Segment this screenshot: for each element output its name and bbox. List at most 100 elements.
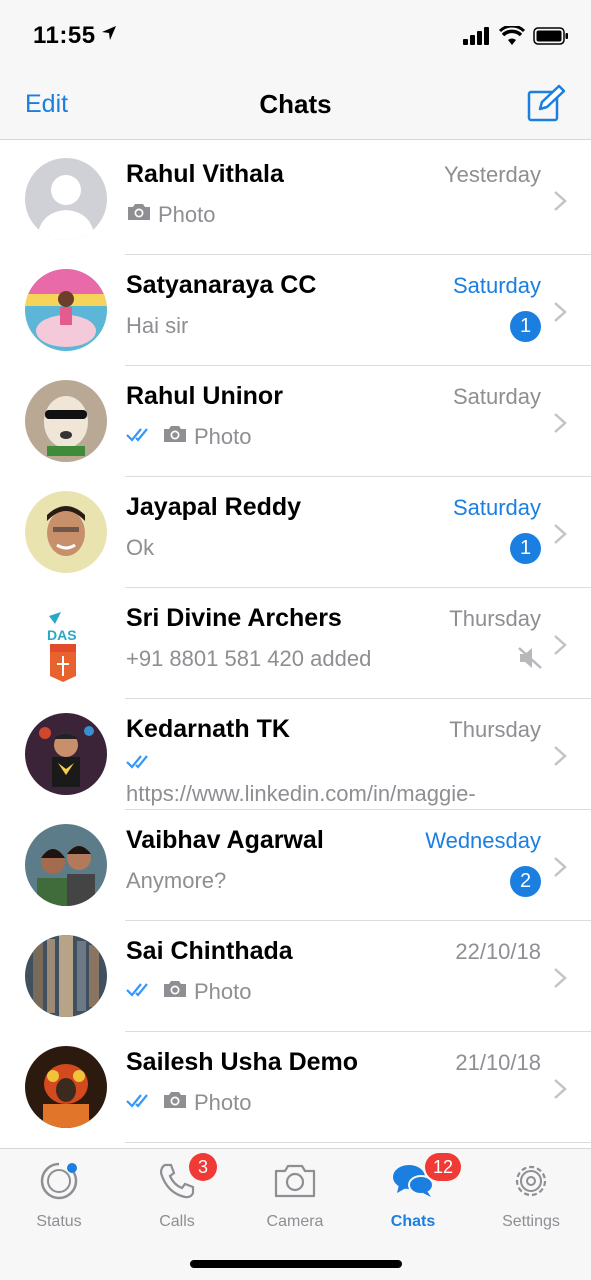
unread-badge: 2 — [510, 866, 541, 897]
tab-label: Settings — [502, 1213, 560, 1230]
chat-name: Sai Chinthada — [126, 937, 293, 965]
avatar — [25, 935, 107, 1017]
location-arrow-icon — [100, 24, 118, 47]
chat-preview: https://www.linkedin.com/in/maggie-byrd-… — [126, 749, 486, 807]
avatar — [25, 713, 107, 795]
avatar: DAS — [25, 602, 107, 684]
chat-timestamp: Saturday — [452, 384, 541, 409]
chat-name: Jayapal Reddy — [126, 493, 302, 521]
chat-preview: Ok — [126, 535, 154, 561]
status-bar: 11:55 — [0, 0, 591, 70]
chat-row[interactable]: Satyanaraya CC Saturday Hai sir 1 — [0, 255, 591, 366]
camera-icon — [126, 202, 152, 228]
chat-timestamp: Saturday — [452, 495, 541, 520]
tab-status[interactable]: Status — [0, 1159, 118, 1231]
chat-preview: Anymore? — [126, 868, 226, 894]
chat-preview: Photo — [126, 979, 252, 1005]
camera-icon — [162, 979, 188, 1005]
chevron-right-icon — [553, 523, 567, 550]
navigation-bar: Edit Chats — [0, 70, 591, 140]
chat-timestamp: Thursday — [449, 717, 541, 742]
muted-icon — [517, 646, 543, 675]
avatar — [25, 380, 107, 462]
tab-calls[interactable]: 3 Calls — [118, 1153, 236, 1231]
tab-label: Chats — [390, 1213, 436, 1230]
chat-timestamp: Wednesday — [425, 828, 541, 853]
chat-list[interactable]: Rahul Vithala Yesterday Photo Satyanaraya C… — [0, 144, 591, 1148]
tab-chats[interactable]: 12 Chats — [354, 1153, 472, 1231]
chat-name: Rahul Uninor — [126, 382, 283, 410]
avatar — [25, 158, 107, 240]
chat-timestamp: 22/10/18 — [455, 939, 541, 964]
double-check-icon — [126, 424, 156, 450]
page-title: Chats — [259, 89, 332, 119]
chat-preview: +91 8801 581 420 added — [126, 646, 371, 672]
chat-row[interactable]: Rahul Vithala Yesterday Photo — [0, 144, 591, 255]
gear-icon — [509, 1159, 553, 1203]
chevron-right-icon — [553, 1078, 567, 1105]
tab-settings[interactable]: Settings — [472, 1159, 590, 1231]
phone-icon: 3 — [155, 1153, 217, 1203]
chat-name: Rahul Vithala — [126, 160, 284, 188]
chevron-right-icon — [553, 412, 567, 439]
avatar — [25, 491, 107, 573]
row-divider — [125, 1142, 591, 1143]
chat-name: Sailesh Usha Demo — [126, 1048, 359, 1076]
chat-preview-text: Ok — [126, 535, 155, 560]
chevron-right-icon — [553, 745, 567, 772]
home-indicator — [190, 1260, 402, 1268]
camera-icon — [162, 424, 188, 450]
chat-row[interactable]: Vaibhav Agarwal Wednesday Anymore? 2 — [0, 810, 591, 921]
chat-preview: Photo — [126, 424, 252, 450]
svg-text:DAS: DAS — [47, 627, 77, 643]
chat-preview-text: Photo — [194, 979, 252, 1004]
chevron-right-icon — [553, 634, 567, 661]
chat-preview-text: +91 8801 581 420 added — [126, 646, 372, 671]
chat-name: Kedarnath TK — [126, 715, 290, 743]
chat-timestamp: 21/10/18 — [455, 1050, 541, 1075]
avatar — [25, 1046, 107, 1128]
chat-timestamp: Thursday — [449, 606, 541, 631]
tab-label: Camera — [266, 1213, 324, 1230]
chat-timestamp: Saturday — [452, 273, 541, 298]
tab-badge: 12 — [425, 1153, 462, 1181]
chat-row[interactable]: Kedarnath TK Thursday https://www.linkedin… — [0, 699, 591, 810]
tab-label: Calls — [159, 1213, 195, 1230]
camera-icon — [162, 1090, 188, 1116]
chat-row[interactable]: Jayapal Reddy Saturday Ok 1 — [0, 477, 591, 588]
camera-icon — [273, 1159, 317, 1203]
double-check-icon — [126, 979, 156, 1005]
chat-bubbles-icon: 12 — [391, 1153, 462, 1203]
wifi-icon — [498, 24, 526, 51]
chevron-right-icon — [553, 190, 567, 217]
chat-name: Sri Divine Archers — [126, 604, 342, 632]
chat-preview-text: Photo — [194, 424, 252, 449]
chat-preview: Photo — [126, 202, 216, 228]
unread-badge: 1 — [510, 533, 541, 564]
tab-camera[interactable]: Camera — [236, 1159, 354, 1231]
tab-label: Status — [36, 1213, 82, 1230]
chat-name: Vaibhav Agarwal — [126, 826, 324, 854]
avatar — [25, 824, 107, 906]
compose-icon[interactable] — [527, 84, 566, 122]
battery-icon — [533, 27, 569, 50]
chat-name: Satyanaraya CC — [126, 271, 317, 299]
chat-row[interactable]: DAS Sri Divine Archers Thursday +91 8801 58… — [0, 588, 591, 699]
chevron-right-icon — [553, 856, 567, 883]
chat-preview-text: https://www.linkedin.com/in/maggie-byrd-… — [126, 781, 476, 806]
chat-preview: Hai sir — [126, 313, 188, 339]
status-icon — [37, 1159, 81, 1203]
chat-preview: Photo — [126, 1090, 252, 1116]
chat-preview-text: Photo — [194, 1090, 252, 1115]
unread-badge: 1 — [510, 311, 541, 342]
avatar — [25, 269, 107, 351]
chevron-right-icon — [553, 301, 567, 328]
signal-icon — [463, 27, 491, 50]
chevron-right-icon — [553, 967, 567, 994]
status-icons — [463, 24, 569, 51]
chat-row[interactable]: Sailesh Usha Demo 21/10/18 Photo — [0, 1032, 591, 1143]
status-time: 11:55 — [33, 22, 96, 49]
tab-badge: 3 — [189, 1153, 217, 1181]
chat-row[interactable]: Sai Chinthada 22/10/18 Photo — [0, 921, 591, 1032]
chat-row[interactable]: Rahul Uninor Saturday Photo — [0, 366, 591, 477]
